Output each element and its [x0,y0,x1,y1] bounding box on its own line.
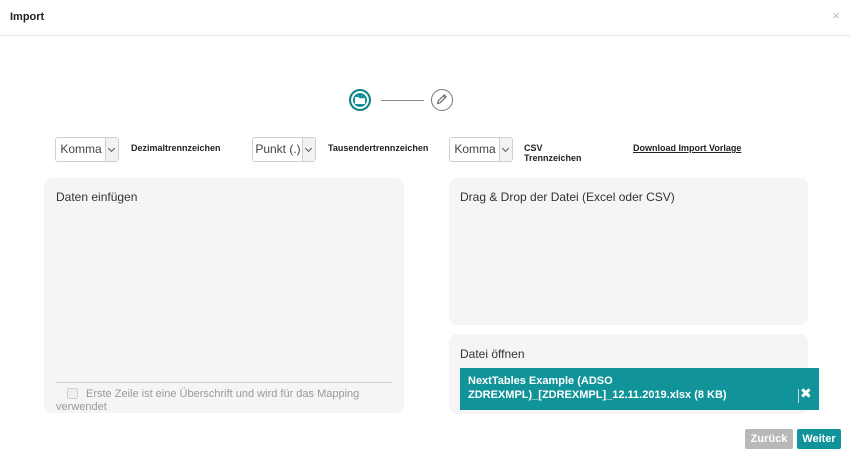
pencil-icon [436,94,447,105]
download-template-link[interactable]: Download Import Vorlage [633,143,741,153]
step-connector [381,100,424,101]
close-icon[interactable]: × [832,9,840,23]
dialog-title: Import [10,11,45,23]
thousands-separator-select[interactable]: Punkt (.) [252,137,316,162]
chevron-down-icon [302,138,315,161]
chevron-down-icon [105,138,118,161]
csv-separator-value: Komma [454,142,496,156]
csv-label-line2: Trennzeichen [524,153,582,163]
header-row-checkbox-label: Erste Zeile ist eine Überschrift und wir… [56,388,360,413]
dialog-header: Import × [0,0,850,36]
divider [56,382,392,383]
file-separator [798,389,799,403]
back-button[interactable]: Zurück [745,429,793,449]
remove-file-icon[interactable]: ✖ [800,386,812,400]
open-file-title: Datei öffnen [460,347,525,361]
csv-separator-select[interactable]: Komma [449,137,513,162]
next-button[interactable]: Weiter [797,429,841,449]
step-upload[interactable] [349,89,371,111]
csv-label-line1: CSV [524,143,543,153]
decimal-separator-label: Dezimaltrennzeichen [131,143,221,153]
csv-separator-label: CSV Trennzeichen [524,143,582,163]
paste-data-input[interactable] [56,212,392,380]
thousands-separator-label: Tausendertrennzeichen [328,143,429,153]
selected-file-name: NextTables Example (ADSO ZDREXMPL)_[ZDRE… [468,375,727,401]
selected-file-bar: NextTables Example (ADSO ZDREXMPL)_[ZDRE… [460,368,819,410]
step-mapping[interactable] [431,89,453,111]
folder-icon [355,97,365,104]
drop-zone-title: Drag & Drop der Datei (Excel oder CSV) [460,190,675,204]
paste-panel-title: Daten einfügen [56,190,138,204]
decimal-separator-value: Komma [60,142,102,156]
decimal-separator-select[interactable]: Komma [55,137,119,162]
chevron-down-icon [499,138,512,161]
header-row-checkbox[interactable] [67,388,78,399]
thousands-separator-value: Punkt (.) [255,142,301,156]
